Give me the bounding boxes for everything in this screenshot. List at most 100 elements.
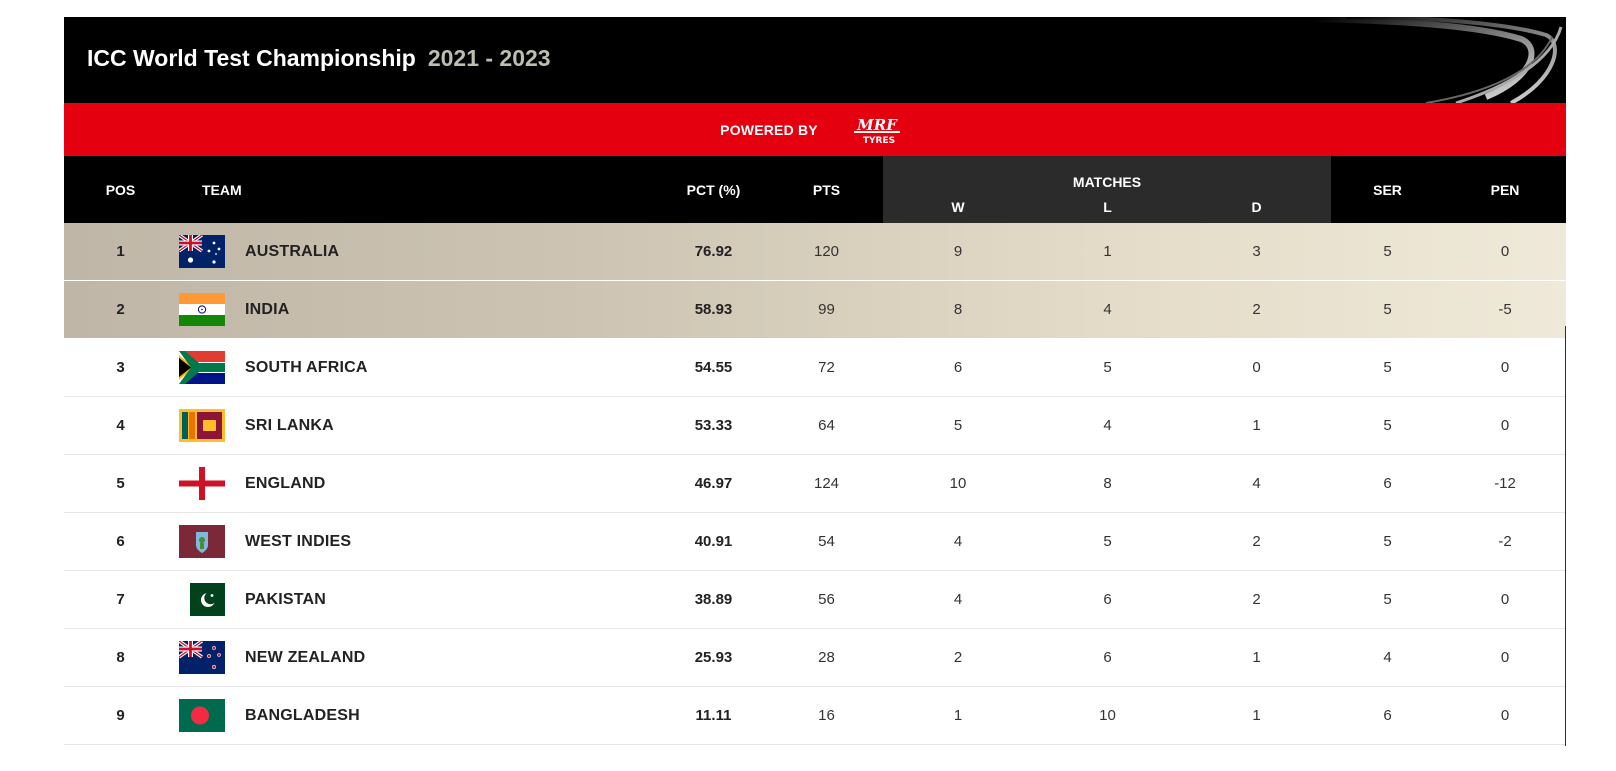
draws-cell: 1	[1182, 686, 1332, 745]
col-header-pts: PTS	[770, 156, 883, 223]
wins-cell: 6	[883, 338, 1033, 397]
series-cell: 5	[1331, 512, 1445, 571]
penalty-cell: -12	[1444, 454, 1567, 513]
pos-cell: 6	[64, 512, 177, 571]
pos-cell: 9	[64, 686, 177, 745]
team-cell[interactable]: BANGLADESH	[177, 686, 657, 745]
page-title: ICC World Test Championship 2021 - 2023	[87, 45, 551, 72]
losses-cell: 6	[1033, 628, 1182, 687]
series-cell: 5	[1331, 338, 1445, 397]
pts-cell: 120	[770, 223, 883, 281]
pts-cell: 56	[770, 570, 883, 629]
pct-cell: 54.55	[657, 338, 770, 397]
penalty-cell: 0	[1444, 338, 1567, 397]
title-text: ICC World Test Championship	[87, 45, 416, 71]
col-header-team: TEAM	[177, 156, 657, 223]
team-cell[interactable]: NEW ZEALAND	[177, 628, 657, 687]
pts-cell: 99	[770, 280, 883, 339]
team-cell[interactable]: ENGLAND	[177, 454, 657, 513]
col-header-matches: MATCHES	[883, 156, 1332, 190]
mrf-tyres-logo: MRF TYRES	[853, 116, 900, 145]
table-row[interactable]: 4 SRI LANKA 53.33 64 5 4 1 5 0	[64, 396, 1567, 455]
series-cell: 5	[1331, 280, 1445, 339]
team-name[interactable]: PAKISTAN	[245, 591, 326, 609]
pct-cell: 46.97	[657, 454, 770, 513]
team-cell[interactable]: PAKISTAN	[177, 570, 657, 629]
england-flag-icon	[179, 467, 225, 500]
team-cell[interactable]: WEST INDIES	[177, 512, 657, 571]
pos-cell: 4	[64, 396, 177, 455]
title-bar: ICC World Test Championship 2021 - 2023	[64, 17, 1566, 103]
sponsor-bar: POWERED BY MRF TYRES	[64, 103, 1566, 156]
table-row[interactable]: 7 PAKISTAN 38.89 56 4 6 2 5 0	[64, 570, 1567, 629]
pct-cell: 58.93	[657, 280, 770, 339]
pos-cell: 7	[64, 570, 177, 629]
table-row[interactable]: 2 INDIA 58.93 99 8 4 2 5 -5	[64, 280, 1567, 339]
table-row[interactable]: 6 WEST INDIES 40.91 54 4 5 2 5 -2	[64, 512, 1567, 571]
team-name[interactable]: INDIA	[245, 301, 290, 319]
col-header-l: L	[1033, 190, 1182, 223]
draws-cell: 1	[1182, 396, 1332, 455]
draws-cell: 3	[1182, 223, 1332, 281]
bangladesh-flag-icon	[179, 699, 225, 732]
pts-cell: 54	[770, 512, 883, 571]
col-header-pct: PCT (%)	[657, 156, 770, 223]
col-header-pos: POS	[64, 156, 177, 223]
draws-cell: 1	[1182, 628, 1332, 687]
standings-table: POS TEAM PCT (%) PTS MATCHES SER PEN W L…	[64, 156, 1567, 745]
table-row[interactable]: 8 NEW ZEALAND 25.93 28 2 6 1 4 0	[64, 628, 1567, 687]
penalty-cell: 0	[1444, 223, 1567, 281]
team-name[interactable]: BANGLADESH	[245, 707, 360, 725]
wins-cell: 10	[883, 454, 1033, 513]
penalty-cell: 0	[1444, 396, 1567, 455]
team-name[interactable]: AUSTRALIA	[245, 243, 339, 261]
table-row[interactable]: 1 AUSTRALIA 76.92 120 9 1 3 5 0	[64, 223, 1567, 281]
wins-cell: 9	[883, 223, 1033, 281]
standings-widget: ICC World Test Championship 2021 - 2023 P…	[64, 17, 1567, 745]
table-right-border	[1565, 326, 1566, 746]
series-cell: 5	[1331, 396, 1445, 455]
pos-cell: 5	[64, 454, 177, 513]
team-cell[interactable]: AUSTRALIA	[177, 223, 657, 281]
pts-cell: 28	[770, 628, 883, 687]
south-africa-flag-icon	[179, 351, 225, 384]
losses-cell: 8	[1033, 454, 1182, 513]
losses-cell: 6	[1033, 570, 1182, 629]
pos-cell: 1	[64, 223, 177, 281]
sri-lanka-flag-icon	[179, 409, 225, 442]
losses-cell: 4	[1033, 396, 1182, 455]
team-cell[interactable]: SOUTH AFRICA	[177, 338, 657, 397]
table-row[interactable]: 3 SOUTH AFRICA 54.55 72 6 5 0 5 0	[64, 338, 1567, 397]
table-row[interactable]: 9 BANGLADESH 11.11 16 1 10 1 6 0	[64, 686, 1567, 745]
pos-cell: 3	[64, 338, 177, 397]
team-name[interactable]: SRI LANKA	[245, 417, 334, 435]
series-cell: 5	[1331, 223, 1445, 281]
team-name[interactable]: WEST INDIES	[245, 533, 351, 551]
team-name[interactable]: SOUTH AFRICA	[245, 359, 368, 377]
team-cell[interactable]: INDIA	[177, 280, 657, 339]
west-indies-flag-icon	[179, 525, 225, 558]
team-name[interactable]: ENGLAND	[245, 475, 326, 493]
losses-cell: 10	[1033, 686, 1182, 745]
pos-cell: 8	[64, 628, 177, 687]
draws-cell: 4	[1182, 454, 1332, 513]
standings-body: 1 AUSTRALIA 76.92 120 9 1 3 5 0 2 INDIA 58.93 99 8 4 2 5…	[64, 223, 1567, 745]
col-header-d: D	[1182, 190, 1332, 223]
pct-cell: 40.91	[657, 512, 770, 571]
pts-cell: 124	[770, 454, 883, 513]
pts-cell: 16	[770, 686, 883, 745]
penalty-cell: 0	[1444, 570, 1567, 629]
team-name[interactable]: NEW ZEALAND	[245, 649, 365, 667]
col-header-w: W	[883, 190, 1033, 223]
pct-cell: 11.11	[657, 686, 770, 745]
season-years: 2021 - 2023	[427, 45, 551, 71]
losses-cell: 1	[1033, 223, 1182, 281]
series-cell: 6	[1331, 454, 1445, 513]
svg-text:TYRES: TYRES	[863, 136, 895, 145]
wins-cell: 4	[883, 512, 1033, 571]
australia-flag-icon	[179, 235, 225, 268]
team-cell[interactable]: SRI LANKA	[177, 396, 657, 455]
wins-cell: 8	[883, 280, 1033, 339]
draws-cell: 2	[1182, 570, 1332, 629]
table-row[interactable]: 5 ENGLAND 46.97 124 10 8 4 6 -12	[64, 454, 1567, 513]
